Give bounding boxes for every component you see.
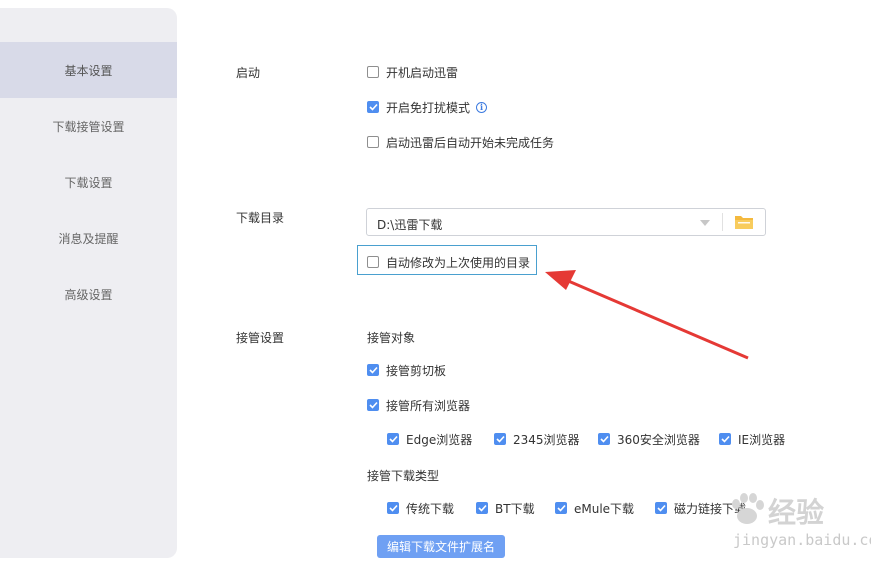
browser-2345-label: 2345浏览器 [513, 432, 580, 447]
all-browsers-label: 接管所有浏览器 [386, 398, 471, 413]
takeover-type-label: 接管下载类型 [367, 469, 440, 483]
traditional-label: 传统下载 [406, 501, 455, 516]
browser-option-edge[interactable]: Edge浏览器 [387, 431, 472, 447]
traditional-checkbox[interactable] [387, 502, 399, 514]
clipboard-checkbox[interactable] [367, 364, 379, 376]
type-option-bt[interactable]: BT下载 [476, 500, 535, 516]
edit-extensions-button[interactable]: 编辑下载文件扩展名 [377, 535, 505, 558]
watermark-title: 经验 [768, 496, 825, 529]
emule-label: eMule下载 [574, 501, 635, 516]
browser-option-ie[interactable]: IE浏览器 [719, 431, 785, 447]
type-option-emule[interactable]: eMule下载 [555, 500, 634, 516]
ie-label: IE浏览器 [738, 432, 786, 447]
paw-logo-icon [732, 493, 764, 524]
browser-360-checkbox[interactable] [598, 433, 610, 445]
ie-checkbox[interactable] [719, 433, 731, 445]
takeover-section-label: 接管设置 [236, 331, 285, 345]
baidu-jingyan-watermark: 经验 jingyan.baidu.com [723, 485, 871, 566]
takeover-target-label: 接管对象 [367, 331, 416, 345]
bt-label: BT下载 [495, 501, 535, 516]
all-browsers-option[interactable]: 接管所有浏览器 [367, 397, 470, 413]
browser-2345-checkbox[interactable] [494, 433, 506, 445]
clipboard-option[interactable]: 接管剪切板 [367, 362, 446, 378]
bt-checkbox[interactable] [476, 502, 488, 514]
browser-360-label: 360安全浏览器 [617, 432, 700, 447]
browser-option-2345[interactable]: 2345浏览器 [494, 431, 580, 447]
emule-checkbox[interactable] [555, 502, 567, 514]
edge-checkbox[interactable] [387, 433, 399, 445]
magnet-checkbox[interactable] [655, 502, 667, 514]
browser-option-360[interactable]: 360安全浏览器 [598, 431, 700, 447]
all-browsers-checkbox[interactable] [367, 399, 379, 411]
watermark-url: jingyan.baidu.com [733, 531, 871, 549]
edge-label: Edge浏览器 [406, 432, 473, 447]
clipboard-label: 接管剪切板 [386, 363, 447, 378]
type-option-traditional[interactable]: 传统下载 [387, 500, 454, 516]
